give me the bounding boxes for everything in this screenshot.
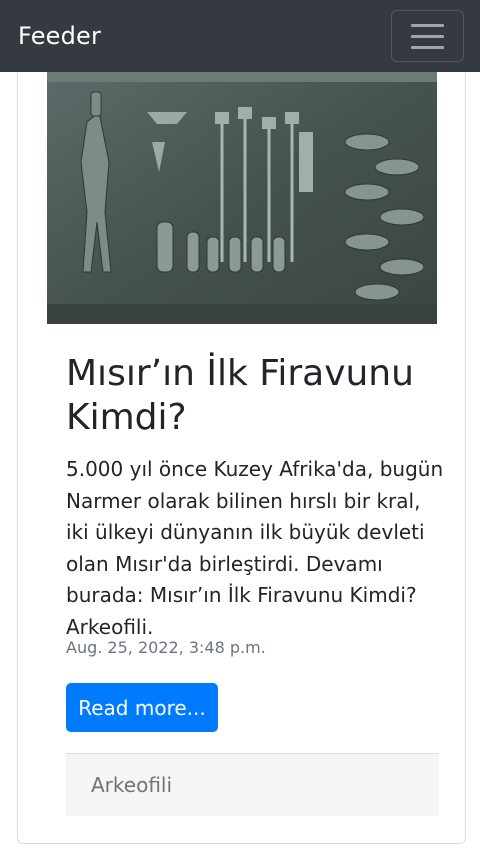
navbar-toggler-button[interactable] (391, 10, 464, 62)
post-image (47, 72, 437, 324)
post-summary: 5.000 yıl önce Kuzey Afrika'da, bugün Na… (66, 457, 444, 639)
post-date: Aug. 25, 2022, 3:48 p.m. (66, 638, 266, 657)
hamburger-menu-icon (411, 34, 444, 38)
post-source-footer: Arkeofili (66, 753, 439, 816)
hamburger-menu-icon (411, 23, 444, 27)
read-more-button[interactable]: Read more... (66, 683, 218, 732)
hamburger-menu-icon (411, 45, 444, 49)
post-card: Mısır’ın İlk Firavunu Kimdi? 5.000 yıl ö… (17, 72, 466, 844)
egyptian-relief-image (47, 72, 437, 324)
brand-link[interactable]: Feeder (18, 22, 101, 50)
post-title[interactable]: Mısır’ın İlk Firavunu Kimdi? (66, 352, 446, 440)
navbar: Feeder (0, 0, 480, 72)
source-name: Arkeofili (91, 773, 173, 797)
